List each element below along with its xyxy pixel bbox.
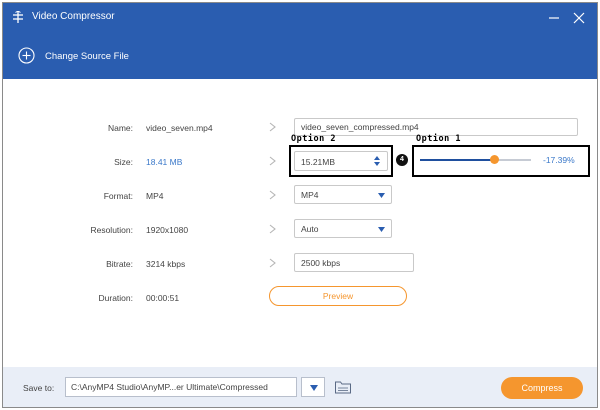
resolution-select[interactable]: Auto [294, 219, 392, 238]
format-label: Format: [103, 191, 133, 201]
format-select-value: MP4 [301, 190, 319, 200]
bitrate-field-value: 2500 kbps [301, 258, 341, 268]
chevron-right-icon [269, 122, 276, 132]
window-title: Video Compressor [32, 11, 115, 22]
chevron-right-icon [269, 258, 276, 268]
minimize-icon[interactable] [547, 11, 561, 25]
change-source-file-label[interactable]: Change Source File [45, 51, 129, 62]
save-footer: Save to: C:\AnyMP4 Studio\AnyMP...er Ult… [3, 367, 597, 407]
video-compressor-window: Video Compressor Change Source File Name… [2, 2, 598, 408]
chevron-right-icon [269, 190, 276, 200]
size-label: Size: [114, 157, 133, 167]
folder-icon[interactable] [334, 379, 352, 395]
output-name-text: video_seven_compressed.mp4 [301, 122, 419, 132]
chevron-right-icon [269, 224, 276, 234]
name-label: Name: [107, 123, 133, 133]
save-path-dropdown[interactable] [301, 377, 325, 397]
format-select[interactable]: MP4 [294, 185, 392, 204]
change-source-bar[interactable]: Change Source File [3, 33, 597, 79]
duration-label: Duration: [98, 293, 134, 303]
original-bitrate-value: 3214 kbps [146, 259, 186, 269]
compress-app-icon [13, 11, 23, 23]
original-format-value: MP4 [146, 191, 164, 201]
bitrate-label: Bitrate: [106, 259, 133, 269]
original-size-value: 18.41 MB [146, 157, 183, 167]
resolution-select-value: Auto [301, 224, 319, 234]
resolution-label: Resolution: [90, 225, 133, 235]
preview-button[interactable]: Preview [269, 286, 407, 306]
original-name-value: video_seven.mp4 [146, 123, 213, 133]
chevron-down-icon [378, 227, 385, 232]
step-4-badge: 4 [396, 154, 408, 166]
chevron-down-icon [310, 385, 318, 391]
option-2-highlight [289, 145, 393, 177]
bitrate-field[interactable]: 2500 kbps [294, 253, 414, 272]
save-path-field[interactable]: C:\AnyMP4 Studio\AnyMP...er Ultimate\Com… [65, 377, 297, 397]
close-icon[interactable] [572, 11, 586, 25]
option-1-highlight [412, 145, 590, 177]
original-resolution-value: 1920x1080 [146, 225, 189, 235]
option-2-label: Option 2 [291, 134, 336, 144]
original-duration-value: 00:00:51 [146, 293, 180, 303]
chevron-right-icon [269, 156, 276, 166]
option-1-label: Option 1 [416, 134, 461, 144]
save-path-text: C:\AnyMP4 Studio\AnyMP...er Ultimate\Com… [71, 382, 268, 392]
add-circle-icon[interactable] [18, 47, 35, 64]
chevron-down-icon [378, 193, 385, 198]
save-to-label: Save to: [23, 383, 55, 393]
title-bar: Video Compressor [3, 3, 597, 33]
compress-button[interactable]: Compress [501, 377, 583, 399]
